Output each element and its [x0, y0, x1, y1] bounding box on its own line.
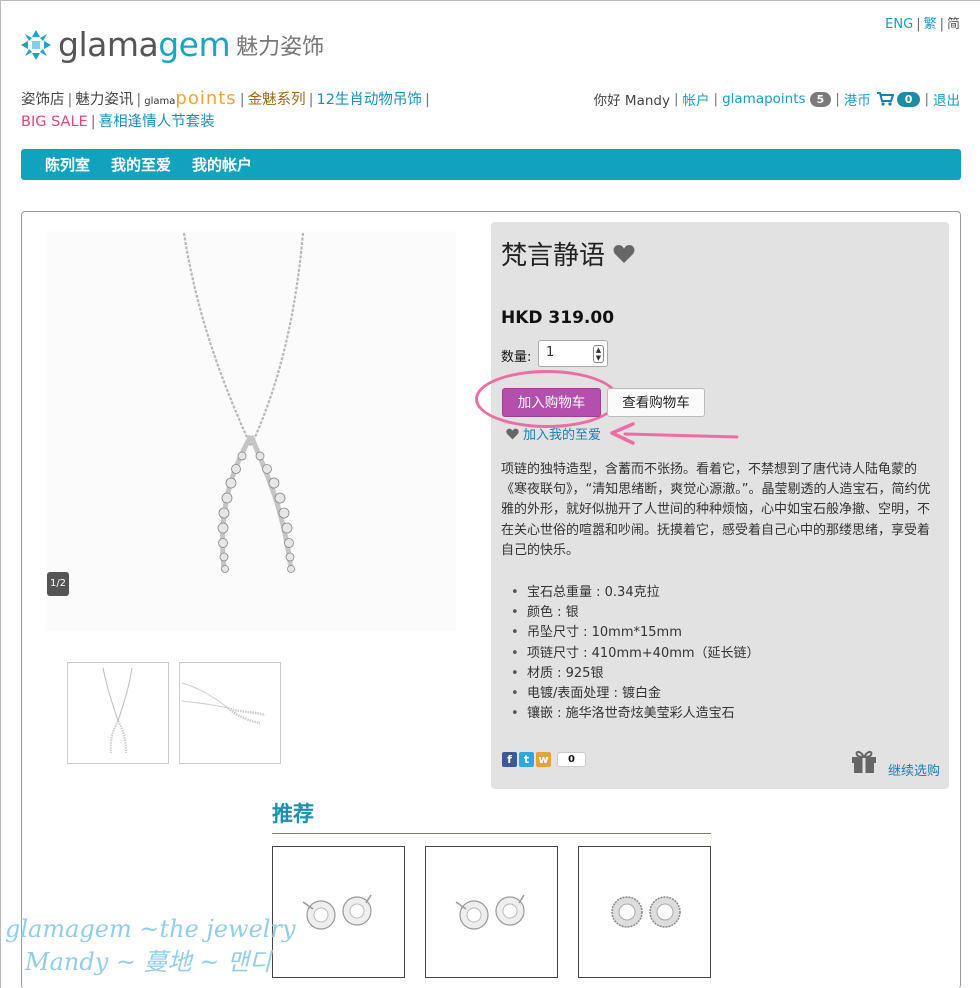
- nav-glamapoints[interactable]: glamapoints: [144, 88, 236, 112]
- user-greeting: 你好 Mandy: [593, 93, 670, 109]
- language-switcher: ENG | 繁 | 简: [885, 17, 960, 32]
- quantity-spin-icon[interactable]: ▲ ▼: [593, 345, 604, 363]
- spec-item: 电镀/表面处理 : 镀白金: [511, 684, 941, 704]
- page: ENG | 繁 | 简 glamagem 魅力姿饰 姿饰店 | 魅力姿讯 | glamapoin…: [0, 0, 980, 988]
- share-count: 0: [557, 752, 586, 767]
- glamapoints-link[interactable]: glamapoints 5: [722, 91, 832, 107]
- lang-traditional-link[interactable]: 繁: [924, 17, 937, 32]
- share-bar: f t w 0: [502, 752, 586, 767]
- view-cart-button[interactable]: 查看购物车: [607, 388, 705, 417]
- thumbnail-1[interactable]: [67, 662, 169, 764]
- product-main-image[interactable]: [46, 231, 456, 631]
- account-link[interactable]: 帐户: [683, 89, 710, 109]
- lang-simplified-current: 简: [946, 17, 960, 32]
- necklace-thumb-image: [102, 667, 133, 754]
- quantity-value: 1: [546, 345, 555, 360]
- spec-item: 材质 : 925银: [511, 664, 941, 684]
- product-price: HKD 319.00: [501, 308, 615, 328]
- product-specs: 宝石总重量 : 0.34克拉 颜色 : 银 吊坠尺寸 : 10mm*15mm 项…: [511, 583, 941, 725]
- gift-icon[interactable]: [850, 748, 878, 774]
- lang-eng-link[interactable]: ENG: [885, 17, 913, 32]
- nav-my-account[interactable]: 我的帐户: [192, 154, 252, 175]
- spec-item: 镶嵌 : 施华洛世奇炫美莹彩人造宝石: [511, 704, 941, 724]
- points-badge: 5: [809, 92, 832, 107]
- product-description: 项链的独特造型，含蓄而不张扬。看着它，不禁想到了唐代诗人陆龟蒙的《寒夜联句》，“…: [501, 462, 931, 558]
- recommend-item-2[interactable]: [425, 846, 558, 978]
- spec-item: 宝石总重量 : 0.34克拉: [511, 583, 941, 603]
- thumbnail-2[interactable]: [179, 662, 281, 764]
- spec-item: 项链尺寸 : 410mm+40mm（延长链）: [511, 644, 941, 664]
- necklace-thumb-side-image: [181, 682, 266, 725]
- product-title: 梵言静语: [501, 235, 635, 272]
- facebook-icon[interactable]: f: [502, 752, 517, 767]
- add-favorite-link[interactable]: 加入我的至爱: [506, 424, 601, 443]
- spec-item: 吊坠尺寸 : 10mm*15mm: [511, 623, 941, 643]
- stud-earrings-image: [455, 894, 525, 930]
- logo-star-icon: [21, 29, 51, 60]
- continue-shopping-link[interactable]: 继续选购: [888, 760, 940, 779]
- halo-earrings-image: [611, 896, 681, 928]
- logo-wordmark: glamagem: [58, 25, 231, 64]
- nav-big-sale[interactable]: BIG SALE: [21, 114, 88, 130]
- add-to-cart-button[interactable]: 加入购物车: [502, 388, 601, 417]
- site-logo[interactable]: glamagem 魅力姿饰: [20, 25, 324, 64]
- cart-link[interactable]: 0: [871, 91, 921, 107]
- watermark-signature: glamagem ~the jewelry Mandy ~ 蔓地 ~ 맨디: [5, 915, 296, 976]
- nav-gold-series[interactable]: 金魅系列: [248, 92, 306, 108]
- pink-arrow-annotation: [610, 422, 739, 445]
- nav-zodiac[interactable]: 12生肖动物吊饰: [316, 92, 421, 108]
- nav-gallery[interactable]: 陈列室: [45, 154, 90, 175]
- weibo-icon[interactable]: w: [536, 752, 551, 767]
- user-nav: 你好 Mandy | 帐户 | glamapoints 5 | 港币 0 | 退出: [593, 89, 960, 109]
- nav-valentine-set[interactable]: 喜相逢情人节套装: [99, 114, 215, 130]
- necklace-image: [182, 232, 305, 573]
- nav-my-favorites[interactable]: 我的至爱: [111, 154, 171, 175]
- recommend-divider: [272, 833, 711, 834]
- recommend-heading: 推荐: [272, 802, 314, 826]
- small-heart-icon: [506, 428, 519, 439]
- logo-chinese: 魅力姿饰: [236, 34, 325, 60]
- image-counter: 1/2: [47, 572, 69, 596]
- cart-icon: [876, 92, 894, 106]
- account-nav-bar: 陈列室 我的至爱 我的帐户: [21, 149, 961, 180]
- spec-item: 颜色 : 银: [511, 603, 941, 623]
- heart-icon[interactable]: [613, 244, 635, 264]
- recommend-item-3[interactable]: [578, 846, 711, 978]
- quantity-stepper[interactable]: 1 ▲ ▼: [538, 340, 608, 367]
- twitter-icon[interactable]: t: [519, 752, 534, 767]
- cart-count-badge: 0: [896, 91, 921, 107]
- nav-shop[interactable]: 姿饰店: [21, 92, 65, 108]
- nav-news[interactable]: 魅力姿讯: [75, 92, 133, 108]
- main-nav: 姿饰店 | 魅力姿讯 | glamapoints | 金魅系列 | 12生肖动物吊饰 | BIG …: [21, 88, 430, 130]
- logout-link[interactable]: 退出: [933, 89, 960, 109]
- currency-link[interactable]: 港币: [844, 89, 871, 109]
- quantity-label: 数量:: [501, 350, 532, 365]
